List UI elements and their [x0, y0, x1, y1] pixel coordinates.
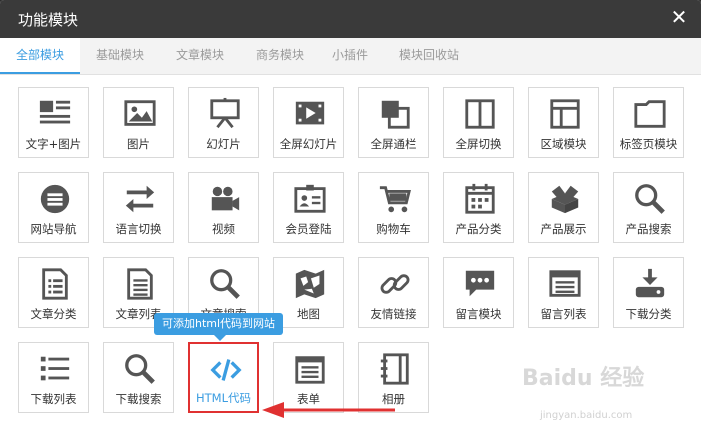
album-icon — [377, 352, 413, 386]
language-switch-icon — [122, 182, 158, 216]
module-label: 购物车 — [376, 222, 411, 236]
module-label: 文章分类 — [30, 307, 77, 321]
module-label: 产品展示 — [540, 222, 587, 236]
region-module-icon — [547, 97, 583, 131]
module-label: 全屏幻灯片 — [279, 137, 338, 151]
module-label: 下载分类 — [625, 307, 672, 321]
module-tile[interactable]: 下载搜索 — [103, 342, 174, 413]
form-icon — [292, 352, 328, 386]
site-nav-icon — [37, 182, 73, 216]
module-tile[interactable]: 产品展示 — [528, 172, 599, 243]
map-icon — [292, 267, 328, 301]
module-label: 地图 — [297, 307, 320, 321]
close-icon[interactable]: ✕ — [667, 4, 691, 30]
module-tile[interactable]: 视频 — [188, 172, 259, 243]
module-tile[interactable]: 图片 — [103, 87, 174, 158]
html-code-tooltip: 可添加html代码到网站 — [154, 313, 284, 341]
module-tabs: 全部模块 基础模块 文章模块 商务模块 小插件 模块回收站 — [0, 38, 701, 75]
download-category-icon — [632, 267, 668, 301]
tab-all-modules[interactable]: 全部模块 — [0, 38, 80, 74]
module-tile[interactable]: 留言模块 — [443, 257, 514, 328]
module-label: 产品搜索 — [625, 222, 672, 236]
slideshow-icon — [207, 97, 243, 131]
module-tile[interactable]: 友情链接 — [358, 257, 429, 328]
module-tile[interactable]: 全屏通栏 — [358, 87, 429, 158]
module-label: 视频 — [212, 222, 235, 236]
module-dialog: 功能模块 ✕ 全部模块 基础模块 文章模块 商务模块 小插件 模块回收站 文字+… — [0, 0, 701, 435]
module-tile[interactable]: 下载列表 — [18, 342, 89, 413]
tab-page-icon — [632, 97, 668, 131]
module-tile[interactable]: 全屏幻灯片 — [273, 87, 344, 158]
module-label: 标签页模块 — [619, 137, 678, 151]
module-tile[interactable]: 文章分类 — [18, 257, 89, 328]
module-tile[interactable]: 标签页模块 — [613, 87, 684, 158]
fullscreen-banner-icon — [377, 97, 413, 131]
message-module-icon — [462, 267, 498, 301]
module-tile[interactable]: 会员登陆 — [273, 172, 344, 243]
video-icon — [207, 182, 243, 216]
module-tile[interactable]: 相册 — [358, 342, 429, 413]
module-tile[interactable]: 产品搜索 — [613, 172, 684, 243]
module-tile[interactable]: 区域模块 — [528, 87, 599, 158]
module-tile[interactable]: 地图 — [273, 257, 344, 328]
module-label: 相册 — [382, 392, 405, 406]
cart-icon — [377, 182, 413, 216]
article-search-icon — [207, 267, 243, 301]
module-label: 友情链接 — [370, 307, 417, 321]
tab-module-recycle-bin[interactable]: 模块回收站 — [385, 38, 473, 74]
module-label: 区域模块 — [540, 137, 587, 151]
module-label: 表单 — [297, 392, 320, 406]
module-tile[interactable]: 表单 — [273, 342, 344, 413]
watermark-logo: Baidu 经验 — [522, 366, 645, 391]
module-label: 语言切换 — [115, 222, 162, 236]
module-label: HTML代码 — [195, 391, 251, 405]
dialog-title: 功能模块 — [18, 11, 79, 29]
module-label: 产品分类 — [455, 222, 502, 236]
module-label: 全屏通栏 — [370, 137, 417, 151]
module-tile[interactable]: HTML代码 — [188, 342, 259, 413]
watermark-url: jingyan.baidu.com — [540, 410, 633, 421]
module-label: 下载列表 — [30, 392, 77, 406]
module-tile[interactable]: 购物车 — [358, 172, 429, 243]
tab-basic-modules[interactable]: 基础模块 — [80, 38, 160, 74]
module-label: 图片 — [127, 137, 150, 151]
module-label: 留言列表 — [540, 307, 587, 321]
fullscreen-switch-icon — [462, 97, 498, 131]
link-icon — [377, 267, 413, 301]
module-tile[interactable]: 产品分类 — [443, 172, 514, 243]
product-category-icon — [462, 182, 498, 216]
module-tile[interactable]: 全屏切换 — [443, 87, 514, 158]
download-list-icon — [37, 352, 73, 386]
module-tile[interactable]: 语言切换 — [103, 172, 174, 243]
download-search-icon — [122, 352, 158, 386]
tab-article-modules[interactable]: 文章模块 — [160, 38, 240, 74]
module-label: 下载搜索 — [115, 392, 162, 406]
module-label: 幻灯片 — [206, 137, 241, 151]
product-display-icon — [547, 182, 583, 216]
text-image-icon — [37, 97, 73, 131]
module-tile[interactable]: 文字+图片 — [18, 87, 89, 158]
html-code-icon — [208, 353, 244, 387]
tab-plugins[interactable]: 小插件 — [320, 38, 380, 74]
article-list-icon — [122, 267, 158, 301]
article-category-icon — [37, 267, 73, 301]
message-list-icon — [547, 267, 583, 301]
module-label: 文字+图片 — [25, 137, 82, 151]
module-label: 全屏切换 — [455, 137, 502, 151]
module-tile[interactable]: 幻灯片 — [188, 87, 259, 158]
module-tile[interactable]: 留言列表 — [528, 257, 599, 328]
product-search-icon — [632, 182, 668, 216]
module-tile[interactable]: 下载分类 — [613, 257, 684, 328]
tab-business-modules[interactable]: 商务模块 — [240, 38, 320, 74]
fullscreen-slideshow-icon — [292, 97, 328, 131]
module-label: 会员登陆 — [285, 222, 332, 236]
module-label: 留言模块 — [455, 307, 502, 321]
module-tile[interactable]: 网站导航 — [18, 172, 89, 243]
image-icon — [122, 97, 158, 131]
dialog-titlebar: 功能模块 ✕ — [0, 0, 701, 38]
module-label: 网站导航 — [30, 222, 77, 236]
member-login-icon — [292, 182, 328, 216]
